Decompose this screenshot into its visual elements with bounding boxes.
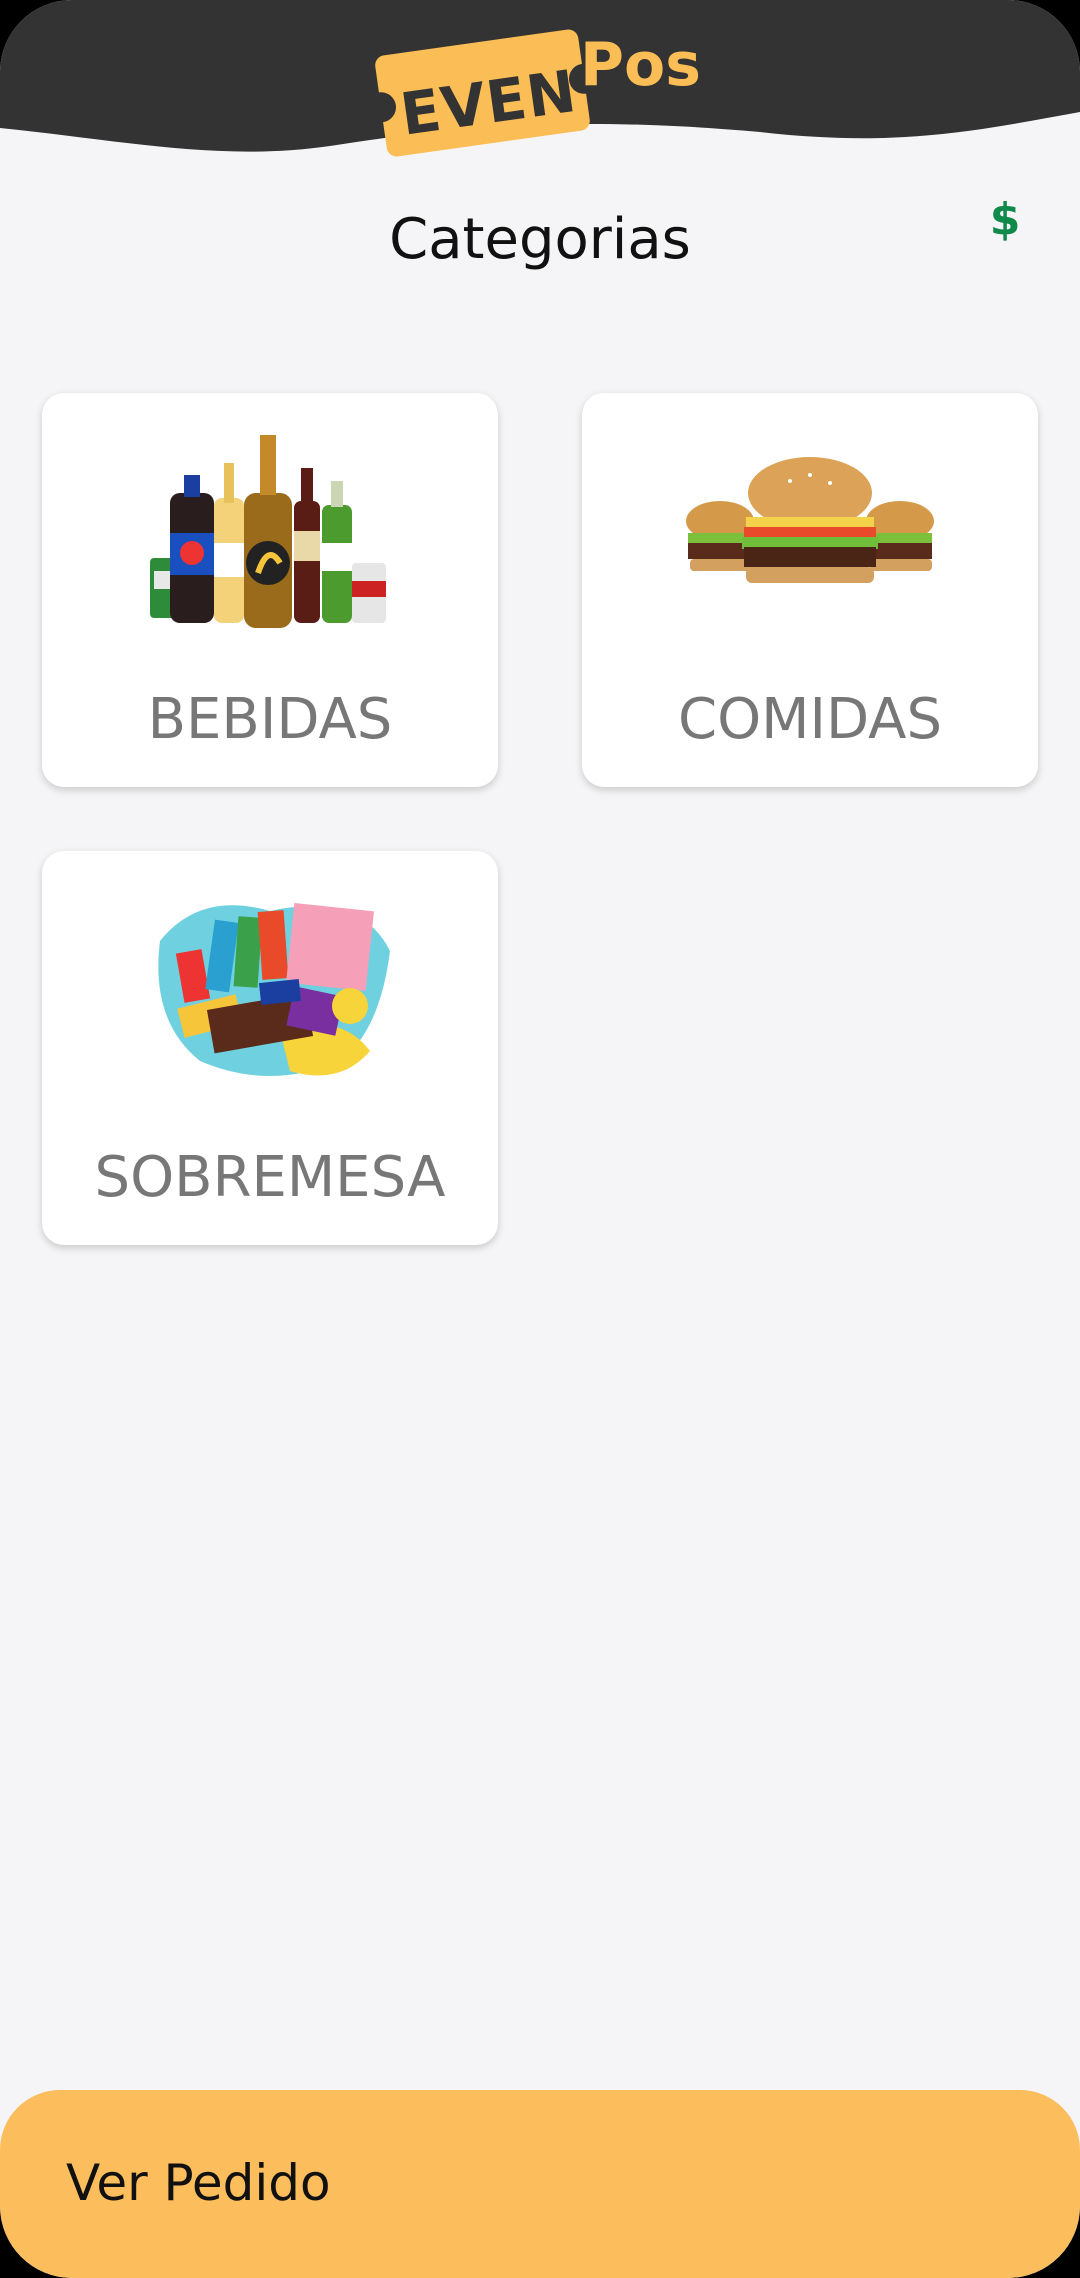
view-order-button[interactable]: Ver Pedido xyxy=(0,2090,1080,2278)
page-title: Categorias xyxy=(389,207,691,272)
eventpos-logo: EVENT Pos xyxy=(373,22,701,158)
burgers-image xyxy=(686,457,934,583)
app-screen: EVENT Pos Categorias $ BEBIDAS COMIDAS S… xyxy=(0,0,1080,2278)
category-card-comidas[interactable]: COMIDAS xyxy=(582,393,1038,787)
category-card-bebidas[interactable]: BEBIDAS xyxy=(42,393,498,787)
app-header: EVENT Pos xyxy=(0,0,1080,170)
category-card-sobremesa[interactable]: SOBREMESA xyxy=(42,851,498,1245)
currency-button[interactable]: $ xyxy=(985,190,1025,250)
candy-sweets-image xyxy=(158,903,390,1076)
category-label: COMIDAS xyxy=(677,687,942,752)
category-label: SOBREMESA xyxy=(94,1145,446,1210)
drinks-bottles-image xyxy=(150,435,386,628)
view-order-label: Ver Pedido xyxy=(66,2154,331,2212)
logo-text-pos: Pos xyxy=(580,30,701,100)
category-label: BEBIDAS xyxy=(147,687,393,752)
